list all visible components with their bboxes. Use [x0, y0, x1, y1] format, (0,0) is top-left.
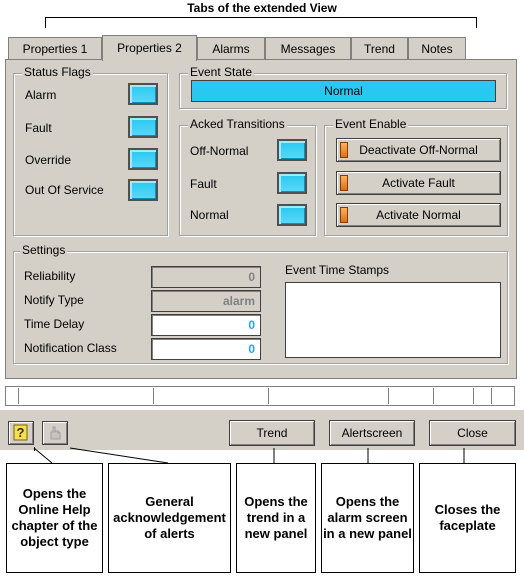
status-bar-cell: [153, 388, 269, 404]
tab-trend[interactable]: Trend: [351, 37, 408, 59]
acked-off-normal-led: [277, 139, 307, 161]
caption-bracket: [45, 17, 477, 28]
time-delay-field[interactable]: 0: [151, 314, 261, 336]
event-state-value: Normal: [191, 80, 496, 102]
status-override-led: [128, 148, 158, 170]
event-time-stamps-label: Event Time Stamps: [285, 263, 390, 277]
acked-normal-led: [277, 204, 307, 226]
status-out-of-service-label: Out Of Service: [25, 183, 104, 197]
acked-fault-led: [277, 172, 307, 194]
properties-panel: Status Flags Alarm Fault Override Out Of…: [5, 59, 517, 379]
annotation-trend: Opens the trend in a new panel: [236, 463, 316, 573]
fault-indicator: [340, 175, 348, 191]
activate-normal-label: Activate Normal: [376, 208, 461, 222]
deactivate-off-normal-button[interactable]: Deactivate Off-Normal: [336, 138, 501, 162]
off-normal-indicator: [340, 142, 348, 158]
notify-type-label: Notify Type: [24, 293, 84, 307]
tab-alarms[interactable]: Alarms: [197, 37, 265, 59]
reliability-label: Reliability: [24, 269, 76, 283]
deactivate-off-normal-label: Deactivate Off-Normal: [359, 143, 478, 157]
status-override-label: Override: [25, 153, 72, 167]
event-time-stamps-box: [285, 282, 501, 358]
status-bar-cell: [388, 388, 434, 404]
connector-lines: [33, 447, 465, 464]
status-bar-cell: [268, 388, 389, 404]
annotation-close: Closes the faceplate: [419, 463, 516, 573]
status-bar: [5, 386, 515, 406]
activate-normal-button[interactable]: Activate Normal: [336, 203, 501, 227]
annotation-help: Opens the Online Help chapter of the obj…: [6, 463, 103, 573]
status-flags-legend: Status Flags: [22, 65, 93, 79]
time-delay-label: Time Delay: [24, 317, 85, 331]
event-enable-legend: Event Enable: [333, 117, 409, 131]
notification-class-label: Notification Class: [24, 341, 117, 355]
notification-class-field[interactable]: 0: [151, 338, 261, 360]
tab-messages[interactable]: Messages: [265, 37, 351, 59]
tab-notes[interactable]: Notes: [408, 37, 466, 59]
notify-type-field: alarm: [151, 290, 261, 312]
status-out-of-service-led: [128, 179, 158, 201]
svg-text:?: ?: [17, 425, 25, 440]
tab-properties-1[interactable]: Properties 1: [8, 37, 102, 59]
event-state-legend: Event State: [188, 65, 255, 79]
normal-indicator: [340, 207, 348, 223]
status-fault-led: [128, 116, 158, 138]
reliability-field: 0: [151, 266, 261, 288]
settings-legend: Settings: [20, 243, 68, 257]
status-fault-label: Fault: [25, 121, 52, 135]
status-bar-cell: [18, 388, 154, 404]
acked-off-normal-label: Off-Normal: [190, 144, 249, 158]
activate-fault-button[interactable]: Activate Fault: [336, 171, 501, 195]
acked-fault-label: Fault: [190, 177, 217, 191]
annotation-acknowledge: General acknowledgement of alerts: [108, 463, 231, 573]
tab-properties-2[interactable]: Properties 2: [102, 35, 197, 61]
activate-fault-label: Activate Fault: [382, 176, 455, 190]
status-alarm-label: Alarm: [25, 88, 57, 102]
annotation-alertscreen: Opens the alarm screen in a new panel: [321, 463, 414, 573]
acked-transitions-legend: Acked Transitions: [188, 117, 287, 131]
extended-view-caption: Tabs of the extended View: [187, 1, 337, 15]
status-bar-cell: [473, 388, 492, 404]
acked-normal-label: Normal: [190, 208, 229, 222]
status-bar-cell: [433, 388, 474, 404]
status-alarm-led: [128, 83, 158, 105]
